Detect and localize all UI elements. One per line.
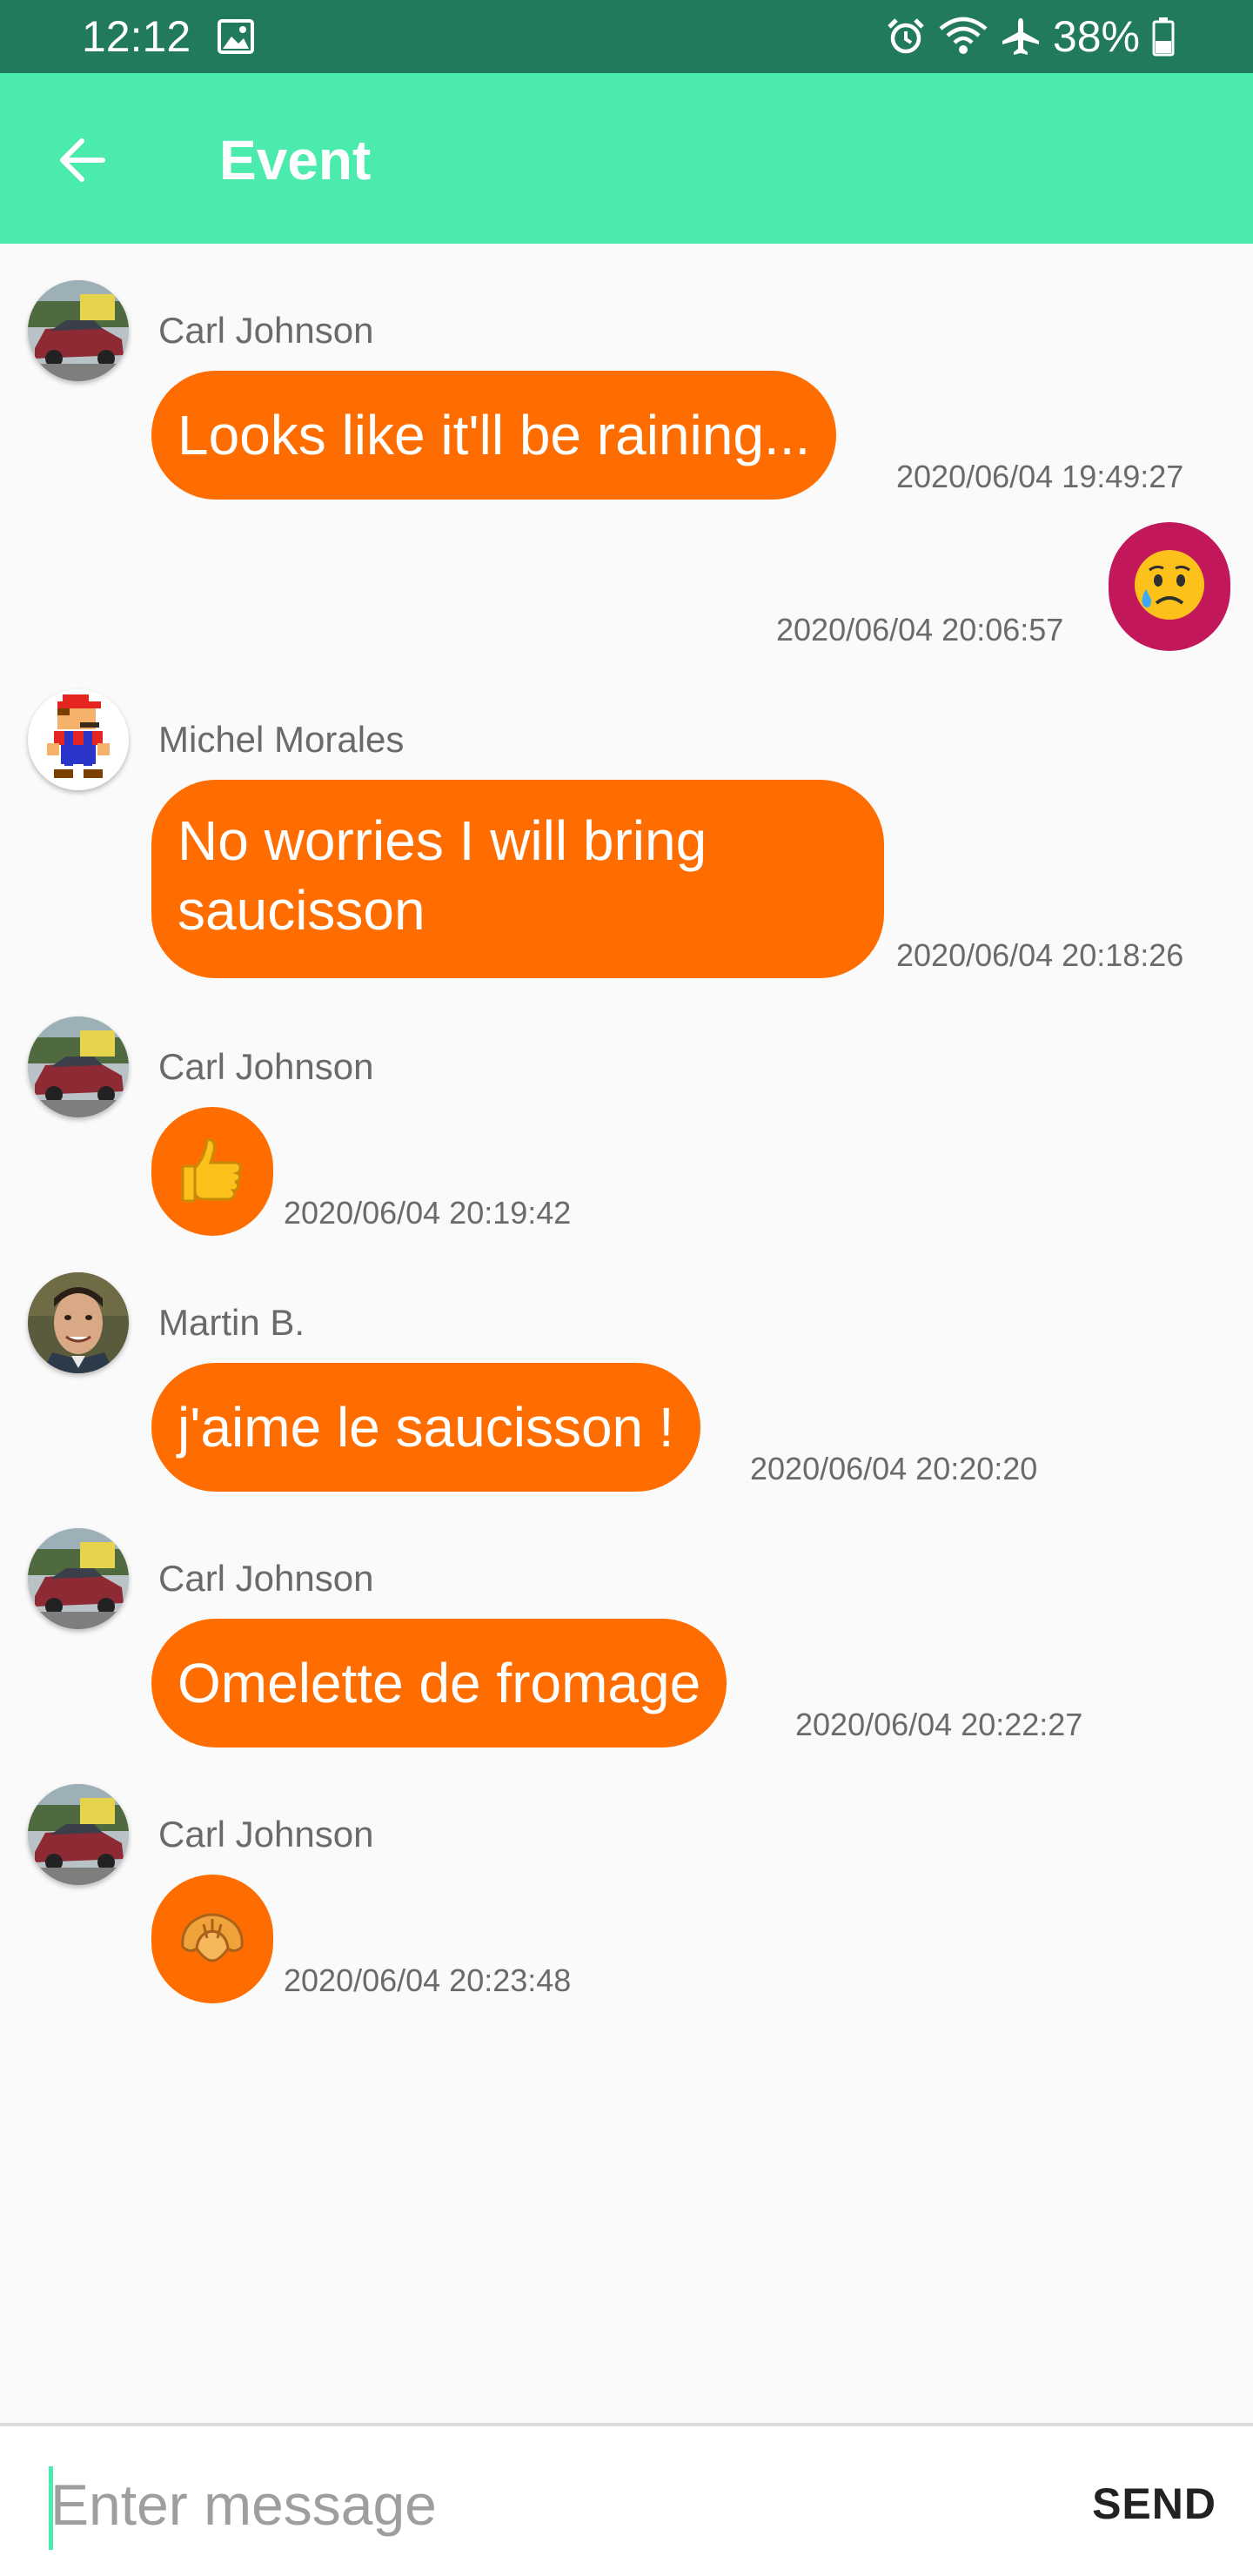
message-bubble[interactable]: Looks like it'll be raining... [151, 371, 837, 500]
croissant-icon [178, 1907, 247, 1972]
image-icon [218, 19, 254, 54]
message-bubble[interactable]: Omelette de fromage [151, 1619, 727, 1748]
car-avatar[interactable] [28, 1528, 129, 1629]
sender-name: Martin B. [158, 1302, 305, 1343]
status-bar: 12:12 38% [0, 0, 1253, 73]
text-cursor [49, 2466, 53, 2550]
message-timestamp: 2020/06/04 19:49:27 [896, 459, 1184, 494]
message-timestamp: 2020/06/04 20:19:42 [284, 1195, 572, 1231]
message-timestamp: 2020/06/04 20:20:20 [750, 1451, 1038, 1486]
page-title: Event [219, 129, 372, 191]
car-avatar[interactable] [28, 1784, 129, 1885]
thumbs-up-icon [181, 1137, 244, 1207]
airplane-icon [1001, 17, 1041, 57]
message-timestamp: 2020/06/04 20:23:48 [284, 1962, 572, 1998]
message-bubble[interactable]: No worries I will bring saucisson [151, 780, 884, 978]
man-portrait-avatar[interactable] [28, 1272, 129, 1373]
arrow-left-icon [56, 134, 108, 191]
sender-name: Carl Johnson [158, 1558, 374, 1599]
battery-percentage: 38% [1052, 12, 1140, 61]
sender-name: Carl Johnson [158, 1046, 374, 1087]
battery-icon [1152, 17, 1175, 57]
message-bubble[interactable] [151, 1107, 273, 1236]
message-bubble[interactable] [151, 1875, 273, 2003]
wifi-icon [938, 17, 988, 57]
message-timestamp: 2020/06/04 20:22:27 [795, 1707, 1083, 1742]
status-time: 12:12 [82, 12, 191, 61]
message-timestamp: 2020/06/04 20:06:57 [776, 612, 1064, 647]
message-bubble[interactable] [1109, 522, 1230, 651]
sender-name: Michel Morales [158, 719, 405, 760]
sad-sweat-face-icon [1132, 547, 1207, 627]
pixel-plumber-avatar[interactable] [28, 689, 129, 790]
message-timestamp: 2020/06/04 20:18:26 [896, 937, 1184, 973]
send-button[interactable]: SEND [1092, 2473, 1216, 2534]
app-bar: Event [0, 73, 1253, 244]
message-bubble[interactable]: j'aime le saucisson ! [151, 1363, 700, 1492]
status-icons: 38% [886, 10, 1175, 63]
car-avatar[interactable] [28, 280, 129, 381]
sender-name: Carl Johnson [158, 1814, 374, 1855]
back-button[interactable] [38, 118, 125, 205]
message-input[interactable] [50, 2461, 1008, 2548]
car-avatar[interactable] [28, 1016, 129, 1117]
message-input-bar: SEND [0, 2423, 1253, 2576]
sender-name: Carl Johnson [158, 310, 374, 351]
alarm-icon [886, 17, 926, 57]
